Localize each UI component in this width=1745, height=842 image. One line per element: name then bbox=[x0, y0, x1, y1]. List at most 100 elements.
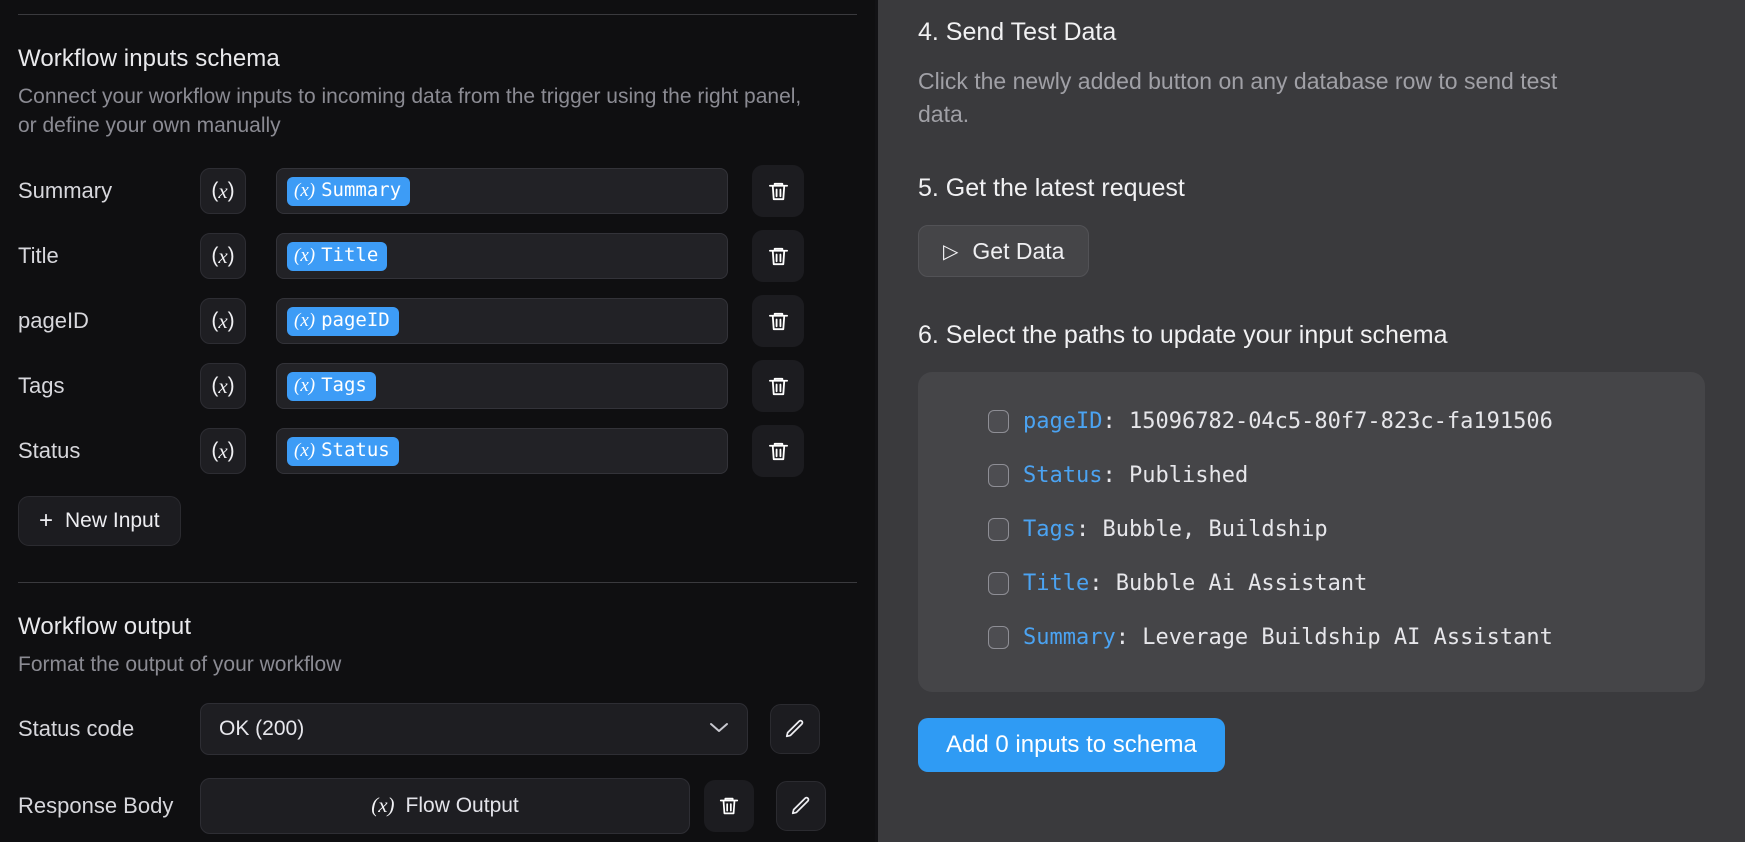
path-item[interactable]: Title: Bubble Ai Assistant bbox=[918, 556, 1705, 610]
input-value-field[interactable]: (x) Summary bbox=[276, 168, 728, 215]
path-item[interactable]: Tags: Bubble, Buildship bbox=[918, 502, 1705, 556]
path-text: Status: Published bbox=[1023, 463, 1248, 488]
input-value-field[interactable]: (x) pageID bbox=[276, 298, 728, 345]
path-value: Bubble, Buildship bbox=[1102, 516, 1328, 542]
path-separator: : bbox=[1102, 408, 1129, 434]
variable-picker-button[interactable]: (x) bbox=[200, 428, 246, 475]
path-checkbox[interactable] bbox=[988, 625, 1009, 649]
variable-chip[interactable]: (x) Summary bbox=[287, 176, 411, 206]
input-row: Title (x) (x) Title bbox=[18, 224, 857, 289]
path-item[interactable]: pageID: 15096782-04c5-80f7-823c-fa191506 bbox=[918, 394, 1705, 448]
step-5-title: 5. Get the latest request bbox=[918, 174, 1185, 203]
status-code-select[interactable]: OK (200) bbox=[200, 702, 748, 755]
paths-list-card: pageID: 15096782-04c5-80f7-823c-fa191506… bbox=[918, 372, 1705, 693]
path-value: 15096782-04c5-80f7-823c-fa191506 bbox=[1128, 408, 1553, 434]
variable-chip-label: pageID bbox=[321, 308, 390, 331]
delete-input-button[interactable] bbox=[752, 360, 804, 413]
add-inputs-to-schema-button[interactable]: Add 0 inputs to schema bbox=[918, 718, 1225, 773]
input-row: Status (x) (x) Status bbox=[18, 419, 857, 484]
path-checkbox[interactable] bbox=[988, 517, 1009, 541]
play-icon: ▷ bbox=[943, 240, 959, 263]
input-value-field[interactable]: (x) Title bbox=[276, 233, 728, 280]
path-separator: : bbox=[1089, 570, 1116, 596]
path-checkbox[interactable] bbox=[988, 409, 1009, 433]
path-separator: : bbox=[1102, 462, 1129, 488]
variable-picker-button[interactable]: (x) bbox=[200, 168, 246, 215]
path-text: Summary: Leverage Buildship AI Assistant bbox=[1023, 625, 1553, 650]
input-row-label: pageID bbox=[18, 308, 89, 334]
variable-chip-label: Status bbox=[321, 438, 390, 461]
input-row: pageID (x) (x) pageID bbox=[18, 289, 857, 354]
variable-chip[interactable]: (x) Title bbox=[287, 241, 388, 271]
path-value: Published bbox=[1128, 462, 1249, 488]
status-code-label: Status code bbox=[18, 715, 135, 741]
section-divider bbox=[18, 581, 857, 583]
chevron-down-icon bbox=[709, 720, 729, 738]
path-separator: : bbox=[1115, 624, 1143, 650]
pencil-icon bbox=[785, 719, 804, 738]
input-rows-list: Summary (x) (x) Summary Title (x) (x) … bbox=[18, 159, 857, 484]
status-code-value: OK (200) bbox=[219, 716, 305, 740]
variable-chip-prefix: (x) bbox=[294, 244, 316, 266]
left-panel: Workflow inputs schema Connect your work… bbox=[0, 0, 875, 842]
response-body-value: Flow Output bbox=[405, 793, 519, 817]
path-key: Summary bbox=[1023, 624, 1116, 650]
path-text: pageID: 15096782-04c5-80f7-823c-fa191506 bbox=[1023, 409, 1553, 434]
input-row-label: Summary bbox=[18, 178, 113, 204]
path-checkbox[interactable] bbox=[988, 571, 1009, 595]
path-key: pageID bbox=[1023, 408, 1103, 434]
status-code-row: Status code OK (200) bbox=[18, 702, 857, 756]
delete-input-button[interactable] bbox=[752, 165, 804, 218]
input-row: Tags (x) (x) Tags bbox=[18, 354, 857, 419]
variable-chip-prefix: (x) bbox=[294, 309, 316, 331]
path-key: Title bbox=[1023, 570, 1090, 596]
workflow-editor-screen: Workflow inputs schema Connect your work… bbox=[0, 0, 1745, 842]
path-key: Status bbox=[1023, 462, 1103, 488]
delete-input-button[interactable] bbox=[752, 425, 804, 478]
variable-picker-button[interactable]: (x) bbox=[200, 298, 246, 345]
delete-input-button[interactable] bbox=[752, 230, 804, 283]
delete-input-button[interactable] bbox=[752, 295, 804, 348]
trash-icon bbox=[768, 182, 788, 201]
input-row-label: Tags bbox=[18, 373, 65, 399]
right-panel: 4. Send Test Data Click the newly added … bbox=[878, 0, 1745, 842]
inputs-section-description: Connect your workflow inputs to incoming… bbox=[18, 85, 802, 137]
input-row-label: Title bbox=[18, 243, 59, 269]
top-divider bbox=[18, 14, 857, 15]
get-data-button[interactable]: ▷ Get Data bbox=[918, 225, 1090, 278]
inputs-section-title: Workflow inputs schema bbox=[18, 45, 280, 72]
plus-icon: + bbox=[39, 506, 54, 534]
delete-response-body-button[interactable] bbox=[704, 779, 754, 832]
path-key: Tags bbox=[1023, 516, 1076, 542]
step-4-description: Click the newly added button on any data… bbox=[918, 68, 1558, 127]
variable-chip[interactable]: (x) Tags bbox=[287, 371, 376, 401]
path-checkbox[interactable] bbox=[988, 463, 1009, 487]
variable-chip[interactable]: (x) Status bbox=[287, 436, 399, 466]
path-item[interactable]: Summary: Leverage Buildship AI Assistant bbox=[918, 610, 1705, 664]
new-input-button[interactable]: + New Input bbox=[18, 495, 181, 546]
variable-chip-label: Summary bbox=[321, 178, 402, 201]
response-body-field[interactable]: (x) Flow Output bbox=[200, 777, 690, 834]
path-value: Leverage Buildship AI Assistant bbox=[1142, 624, 1553, 650]
variable-picker-button[interactable]: (x) bbox=[200, 233, 246, 280]
step-6-title: 6. Select the paths to update your input… bbox=[918, 321, 1448, 350]
step-4-title: 4. Send Test Data bbox=[918, 18, 1117, 46]
output-section-title: Workflow output bbox=[18, 612, 192, 640]
workflow-inputs-section: Workflow inputs schema Connect your work… bbox=[0, 45, 875, 546]
variable-chip[interactable]: (x) pageID bbox=[287, 306, 399, 336]
variable-picker-button[interactable]: (x) bbox=[200, 363, 246, 410]
path-item[interactable]: Status: Published bbox=[918, 448, 1705, 502]
input-row-label: Status bbox=[18, 438, 81, 464]
right-panel-content: 4. Send Test Data Click the newly added … bbox=[918, 0, 1705, 773]
trash-icon bbox=[768, 377, 788, 396]
get-data-label: Get Data bbox=[972, 237, 1065, 264]
pencil-icon bbox=[791, 796, 810, 815]
input-value-field[interactable]: (x) Status bbox=[276, 428, 728, 475]
response-body-row: Response Body (x) Flow Output bbox=[18, 777, 857, 834]
input-value-field[interactable]: (x) Tags bbox=[276, 363, 728, 410]
edit-status-code-button[interactable] bbox=[770, 703, 820, 754]
new-input-label: New Input bbox=[65, 508, 160, 532]
trash-icon bbox=[768, 312, 788, 331]
edit-response-body-button[interactable] bbox=[776, 780, 826, 831]
trash-icon bbox=[719, 797, 739, 815]
